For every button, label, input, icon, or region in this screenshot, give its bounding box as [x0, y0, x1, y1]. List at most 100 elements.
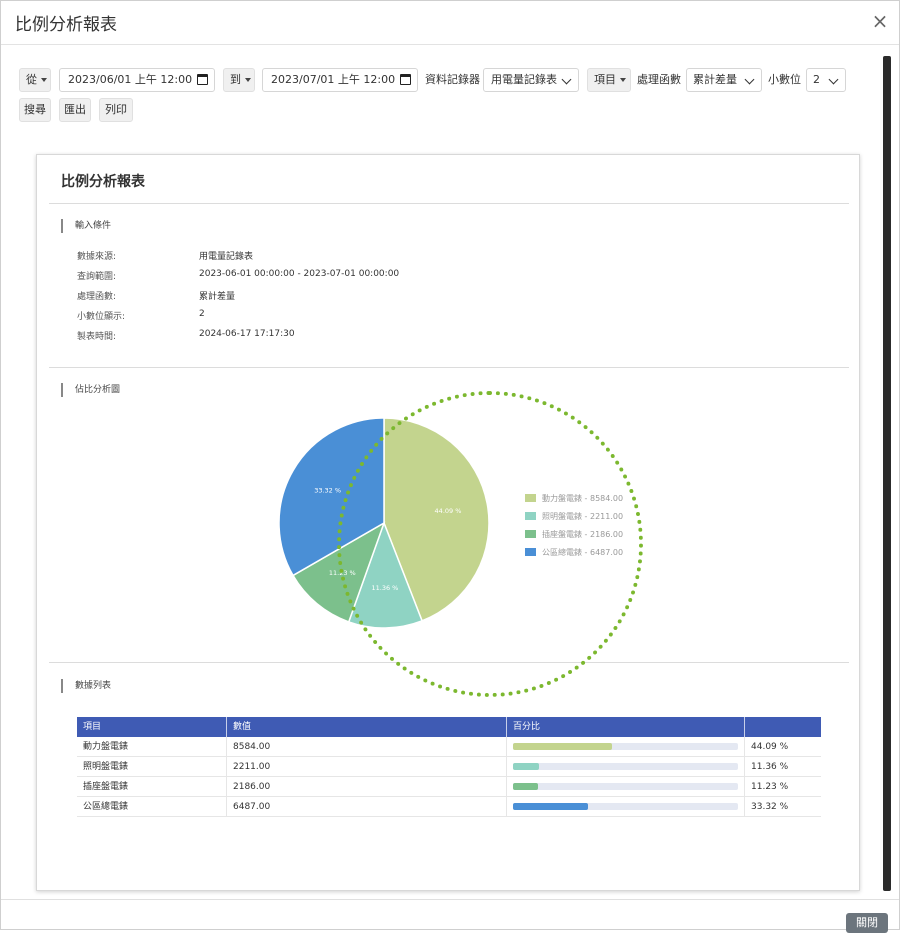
progress-track [513, 743, 738, 750]
report-modal: 比例分析報表 × 從 2023/06/01 上午 12:00 到 2023/07… [0, 0, 900, 933]
row-item: 插座盤電錶 [77, 777, 227, 797]
modal-title: 比例分析報表 [15, 15, 117, 35]
row-bar-cell [507, 737, 745, 757]
calendar-icon[interactable] [197, 74, 208, 85]
from-date-input[interactable]: 2023/06/01 上午 12:00 [59, 68, 215, 92]
info-key: 小數位顯示: [77, 312, 126, 322]
progress-fill [513, 763, 539, 770]
row-bar-cell [507, 757, 745, 777]
legend-value: 2186.00 [589, 530, 624, 539]
legend-value: 2211.00 [589, 512, 624, 521]
pie-chart: 44.09 % 11.36 % 11.23 % 33.32 % [278, 417, 490, 629]
table-header: 數值 [227, 717, 507, 737]
row-item: 動力盤電錶 [77, 737, 227, 757]
to-label: 到 [230, 73, 241, 86]
decimal-select[interactable]: 2 [806, 68, 846, 92]
pie-slice-label: 44.09 % [435, 507, 462, 515]
divider [49, 367, 849, 368]
recorder-select[interactable]: 用電量記錄表 [483, 68, 579, 92]
row-value: 6487.00 [227, 797, 507, 817]
pie-slice-label: 11.23 % [329, 569, 356, 577]
row-percent: 44.09 % [751, 742, 789, 752]
search-button[interactable]: 搜尋 [19, 98, 51, 122]
table-row: 照明盤電錶 2211.00 11.36 % [77, 757, 821, 777]
row-percent: 11.36 % [751, 762, 789, 772]
footer-divider [1, 899, 899, 900]
legend-swatch [525, 529, 536, 538]
legend-label: 公區總電錶 [542, 548, 582, 557]
from-date-value: 2023/06/01 上午 12:00 [68, 73, 193, 86]
row-item: 照明盤電錶 [77, 757, 227, 777]
legend-value: 8584.00 [589, 494, 624, 503]
row-bar-cell [507, 797, 745, 817]
export-button[interactable]: 匯出 [59, 98, 91, 122]
item-dropdown[interactable]: 項目 [587, 68, 631, 92]
pie-slice-label: 33.32 % [314, 486, 341, 494]
close-button[interactable]: 關閉 [846, 913, 888, 933]
table-row: 動力盤電錶 8584.00 44.09 % [77, 737, 821, 757]
info-key: 數據來源: [77, 252, 117, 262]
progress-fill [513, 743, 613, 750]
info-value: 2 [199, 309, 205, 319]
row-value: 2211.00 [227, 757, 507, 777]
report-preview: 比例分析報表 輸入條件 數據來源: 用電量記錄表 查詢範圍: 2023-06-0… [36, 154, 860, 891]
row-value: 8584.00 [227, 737, 507, 757]
legend-item: 動力盤電錶 - 8584.00 [525, 493, 623, 505]
legend-label: 照明盤電錶 [542, 512, 582, 521]
divider [49, 662, 849, 663]
recorder-value: 用電量記錄表 [491, 73, 557, 86]
caret-down-icon [41, 78, 47, 82]
from-dropdown[interactable]: 從 [19, 68, 51, 92]
progress-fill [513, 783, 539, 790]
legend-item: 照明盤電錶 - 2211.00 [525, 511, 623, 523]
decimal-value: 2 [813, 73, 820, 86]
caret-down-icon [620, 78, 626, 82]
table-row: 公區總電錶 6487.00 33.32 % [77, 797, 821, 817]
info-value: 累計差量 [199, 292, 236, 302]
row-percent: 33.32 % [751, 802, 789, 812]
chart-section-title: 佔比分析圖 [61, 383, 120, 397]
calendar-icon[interactable] [400, 74, 411, 85]
decimal-label: 小數位 [768, 73, 801, 86]
to-dropdown[interactable]: 到 [223, 68, 255, 92]
legend-value: 6487.00 [589, 548, 624, 557]
print-button[interactable]: 列印 [99, 98, 133, 122]
scrollbar-thumb[interactable] [883, 56, 891, 891]
func-value: 累計差量 [693, 73, 737, 86]
func-select[interactable]: 累計差量 [686, 68, 762, 92]
close-icon[interactable]: × [871, 10, 889, 32]
to-date-input[interactable]: 2023/07/01 上午 12:00 [262, 68, 418, 92]
recorder-label: 資料記錄器 [425, 73, 480, 86]
pie-slice-label: 11.36 % [372, 584, 399, 592]
legend-label: 動力盤電錶 [542, 494, 582, 503]
legend-swatch [525, 547, 536, 556]
func-label: 處理函數 [637, 73, 681, 86]
info-value: 2024-06-17 17:17:30 [199, 329, 295, 339]
info-key: 查詢範圍: [77, 272, 117, 282]
chevron-down-icon [561, 74, 572, 85]
row-value: 2186.00 [227, 777, 507, 797]
table-header [745, 717, 821, 737]
info-value: 2023-06-01 00:00:00 - 2023-07-01 00:00:0… [199, 269, 400, 279]
legend-item: 插座盤電錶 - 2186.00 [525, 529, 623, 541]
legend-swatch [525, 493, 536, 502]
input-section-title: 輸入條件 [61, 219, 111, 233]
report-title: 比例分析報表 [61, 174, 145, 190]
table-header: 項目 [77, 717, 227, 737]
info-key: 製表時間: [77, 332, 117, 342]
caret-down-icon [245, 78, 251, 82]
divider [49, 203, 849, 204]
progress-track [513, 783, 738, 790]
legend-swatch [525, 511, 536, 520]
modal-header: 比例分析報表 × [1, 1, 899, 45]
chevron-down-icon [744, 74, 755, 85]
table-header: 百分比 [507, 717, 745, 737]
table-section-title: 數據列表 [61, 679, 111, 693]
legend-label: 插座盤電錶 [542, 530, 582, 539]
info-value: 用電量記錄表 [199, 252, 254, 262]
chevron-down-icon [828, 74, 839, 85]
row-item: 公區總電錶 [77, 797, 227, 817]
progress-track [513, 763, 738, 770]
to-date-value: 2023/07/01 上午 12:00 [271, 73, 396, 86]
progress-fill [513, 803, 588, 810]
